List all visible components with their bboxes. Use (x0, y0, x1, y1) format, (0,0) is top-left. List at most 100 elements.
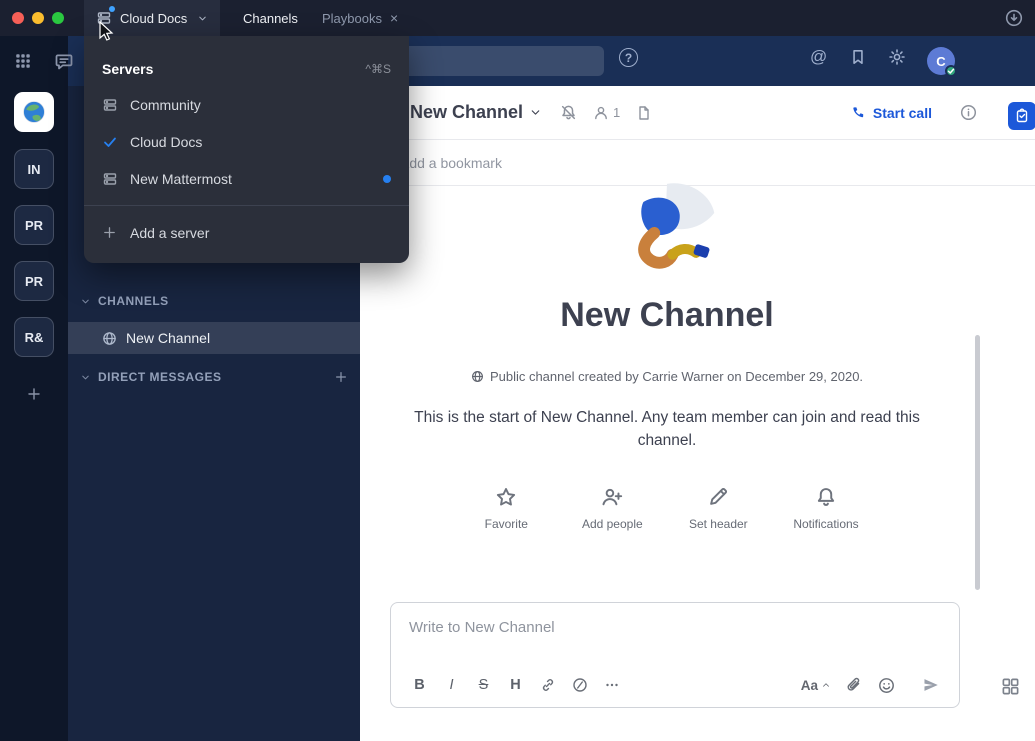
emoji-button[interactable] (872, 671, 901, 699)
menu-item-new-mattermost[interactable]: New Mattermost (84, 160, 409, 197)
close-tab-icon[interactable]: × (390, 11, 398, 25)
team-tile-1[interactable]: IN (14, 149, 54, 189)
menu-item-label: New Mattermost (130, 171, 232, 187)
add-bookmark-button[interactable]: Add a bookmark (400, 155, 502, 171)
avatar-initial: C (936, 54, 945, 69)
text-format-toggle[interactable]: Aa (795, 671, 837, 699)
servers-menu-shortcut: ^⌘S (365, 62, 391, 76)
server-tab-label: Cloud Docs (120, 11, 187, 26)
menu-item-community[interactable]: Community (84, 86, 409, 123)
send-icon (922, 676, 940, 694)
channel-members-button[interactable]: 1 (593, 105, 620, 121)
saved-posts-icon[interactable] (849, 48, 867, 66)
zoom-window-button[interactable] (52, 12, 64, 24)
help-icon[interactable]: ? (619, 48, 638, 67)
quick-access-grid-button[interactable] (1001, 677, 1020, 696)
channel-intro-actions: Favorite Add people Set header Notificat… (360, 486, 974, 531)
action-label: Set header (689, 517, 748, 531)
menu-item-label: Cloud Docs (130, 134, 202, 150)
composer-toolbar: B I S H Aa (391, 663, 959, 707)
server-icon (102, 171, 118, 187)
italic-button[interactable]: I (437, 671, 466, 699)
heading-button[interactable]: H (501, 671, 530, 699)
vertical-scrollbar[interactable] (975, 335, 980, 590)
action-label: Add people (582, 517, 643, 531)
more-formatting-button[interactable] (597, 671, 626, 699)
main-content: New Channel 1 Start call (360, 86, 1035, 741)
team-initials: PR (25, 274, 43, 289)
team-tile-3[interactable]: PR (14, 261, 54, 301)
channel-intro-body: This is the start of New Channel. Any te… (387, 406, 947, 452)
online-status-badge (945, 65, 957, 77)
team-tile-2[interactable]: PR (14, 205, 54, 245)
at-mentions-icon[interactable]: @ (810, 47, 827, 67)
team-app-bar: IN PR PR R& (0, 36, 68, 741)
settings-gear-icon[interactable] (888, 48, 906, 66)
chevron-down-icon (197, 13, 208, 24)
smiley-icon (878, 677, 895, 694)
action-label: Notifications (793, 517, 858, 531)
sidebar-category-channels[interactable]: CHANNELS (80, 294, 169, 308)
add-team-plus-icon[interactable] (26, 386, 42, 402)
sidebar-category-direct-messages[interactable]: DIRECT MESSAGES (80, 370, 348, 384)
bold-button[interactable]: B (405, 671, 434, 699)
unread-dot (383, 175, 391, 183)
servers-menu: Servers ^⌘S Community Cloud Docs New Mat… (84, 36, 409, 263)
chevron-down-icon[interactable] (529, 106, 542, 119)
channel-intro-meta: Public channel created by Carrie Warner … (360, 369, 974, 384)
tab-playbooks[interactable]: Playbooks × (322, 0, 398, 36)
slash-circle-button[interactable] (565, 671, 594, 699)
slash-circle-icon (572, 677, 588, 693)
menu-item-cloud-docs[interactable]: Cloud Docs (84, 123, 409, 160)
public-channel-globe-icon (102, 331, 117, 346)
ellipsis-icon (604, 677, 620, 693)
send-message-button[interactable] (916, 671, 945, 699)
apps-grid-icon (1001, 677, 1020, 696)
window-titlebar: Cloud Docs Channels Playbooks × (0, 0, 1035, 36)
menu-item-label: Add a server (130, 225, 209, 241)
set-header-button[interactable]: Set header (687, 486, 749, 531)
add-direct-message-plus-icon[interactable] (334, 370, 348, 384)
channel-name-button[interactable]: New Channel (410, 102, 523, 123)
message-input[interactable] (391, 603, 921, 642)
check-icon (102, 134, 118, 150)
user-avatar[interactable]: C (927, 47, 955, 75)
channel-files-icon[interactable] (636, 105, 652, 121)
downloads-button[interactable] (1005, 9, 1023, 27)
channel-info-icon[interactable] (960, 104, 977, 121)
traffic-lights (12, 12, 64, 24)
plus-icon (102, 225, 118, 240)
playbooks-app-button[interactable] (1008, 102, 1035, 130)
notifications-button[interactable]: Notifications (793, 486, 858, 531)
link-icon (540, 677, 556, 693)
muted-bell-icon[interactable] (560, 104, 577, 121)
menu-item-add-server[interactable]: Add a server (84, 214, 409, 251)
add-people-button[interactable]: Add people (581, 486, 643, 531)
product-switcher-grid-icon[interactable] (14, 52, 32, 70)
member-count: 1 (613, 105, 620, 120)
strikethrough-button[interactable]: S (469, 671, 498, 699)
team-initials: IN (28, 162, 41, 177)
sidebar-item-new-channel[interactable]: New Channel (68, 322, 360, 354)
channel-item-label: New Channel (126, 330, 210, 346)
channels-chat-icon[interactable] (54, 51, 74, 71)
paperclip-icon (846, 677, 863, 694)
team-tile-4[interactable]: R& (14, 317, 54, 357)
close-window-button[interactable] (12, 12, 24, 24)
clipboard-icon (1014, 108, 1030, 124)
start-call-button[interactable]: Start call (851, 105, 932, 121)
star-icon (495, 486, 517, 508)
minimize-window-button[interactable] (32, 12, 44, 24)
person-icon (593, 105, 609, 121)
public-channel-globe-icon (471, 370, 484, 383)
tab-channels[interactable]: Channels (243, 0, 298, 36)
attach-file-button[interactable] (840, 671, 869, 699)
tab-label: Channels (243, 11, 298, 26)
team-tile-globe[interactable] (14, 92, 54, 132)
globe-team-icon (21, 99, 47, 125)
link-button[interactable] (533, 671, 562, 699)
unread-dot (109, 6, 115, 12)
chevron-down-icon (80, 372, 91, 383)
favorite-button[interactable]: Favorite (475, 486, 537, 531)
category-label: CHANNELS (98, 294, 169, 308)
